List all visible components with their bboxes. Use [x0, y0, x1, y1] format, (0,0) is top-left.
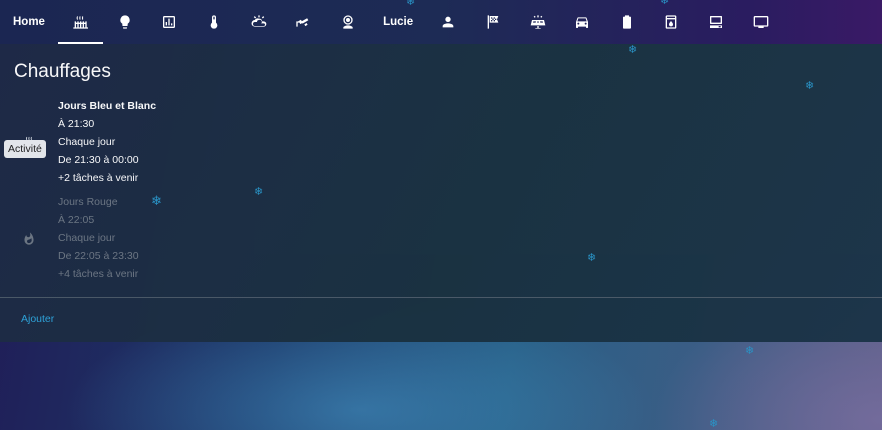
thermometer-icon — [210, 15, 218, 29]
tab-computer[interactable] — [694, 0, 739, 44]
webcam-icon — [343, 15, 353, 29]
snowflake-icon: ❄ — [628, 44, 638, 56]
heating-scheduler-card: Chauffages Activité Jours Bleu et Blanc … — [0, 44, 882, 342]
cctv-icon — [296, 18, 309, 27]
tab-solar[interactable] — [515, 0, 560, 44]
tab-water-heater[interactable] — [649, 0, 694, 44]
desktop-tower-icon — [710, 16, 723, 28]
tab-tv[interactable] — [738, 0, 783, 44]
card-title: Chauffages — [14, 61, 111, 82]
tab-car[interactable] — [560, 0, 605, 44]
activity-tooltip: Activité — [4, 140, 46, 158]
add-schedule-button[interactable]: Ajouter — [21, 313, 54, 325]
tab-person[interactable] — [426, 0, 471, 44]
tab-heating[interactable] — [57, 0, 103, 44]
person-icon — [443, 16, 454, 28]
entry-repeat: Chaque jour — [58, 232, 116, 244]
tab-temperature[interactable] — [192, 0, 237, 44]
entry-range: De 22:05 à 23:30 — [58, 250, 139, 262]
water-heater-icon — [666, 15, 677, 29]
snowflake-icon: ❄ — [745, 345, 755, 357]
snowflake-icon: ❄ — [254, 186, 264, 198]
entry-repeat: Chaque jour — [58, 136, 116, 148]
lightbulb-icon — [120, 15, 130, 29]
solar-panel-icon — [530, 15, 545, 29]
tab-flag[interactable] — [471, 0, 516, 44]
chart-icon — [163, 16, 176, 28]
schedule-entry[interactable]: Jours Rouge À 22:05 Chaque jour De 22:05… — [58, 193, 139, 283]
tab-charts[interactable] — [147, 0, 192, 44]
radiator-icon — [73, 16, 89, 29]
entry-name: Jours Rouge — [58, 196, 118, 208]
snowflake-icon: ❄ — [805, 80, 815, 92]
entry-time: À 22:05 — [58, 214, 95, 226]
tab-weather[interactable] — [236, 0, 281, 44]
snowflake-icon: ❄ — [709, 418, 719, 430]
entry-more: +4 tâches à venir — [58, 268, 139, 280]
battery-icon — [622, 15, 631, 29]
tab-webcam[interactable] — [326, 0, 371, 44]
tab-lucie-label: Lucie — [383, 16, 414, 28]
snowflake-icon: ❄ — [660, 0, 670, 7]
car-icon — [576, 17, 589, 28]
tab-battery[interactable] — [605, 0, 650, 44]
weather-icon — [251, 15, 266, 27]
fire-icon — [22, 232, 36, 246]
checkered-flag-icon — [487, 15, 499, 29]
tab-lights[interactable] — [103, 0, 148, 44]
television-icon — [753, 16, 768, 28]
card-divider — [0, 297, 882, 298]
schedule-entry[interactable]: Jours Bleu et Blanc À 21:30 Chaque jour … — [58, 97, 156, 187]
tab-home[interactable]: Home — [0, 0, 58, 44]
snowflake-icon: ❄ — [151, 193, 162, 208]
tab-lucie[interactable]: Lucie — [370, 0, 426, 44]
top-navigation-bar: Home Lucie — [0, 0, 882, 44]
snowflake-icon: ❄ — [587, 252, 597, 264]
tab-cameras[interactable] — [281, 0, 326, 44]
entry-range: De 21:30 à 00:00 — [58, 154, 139, 166]
snowflake-icon: ❄ — [406, 0, 416, 8]
entry-more: +2 tâches à venir — [58, 172, 139, 184]
entry-name: Jours Bleu et Blanc — [58, 100, 157, 112]
entry-time: À 21:30 — [58, 118, 95, 130]
tab-home-label: Home — [13, 16, 45, 28]
